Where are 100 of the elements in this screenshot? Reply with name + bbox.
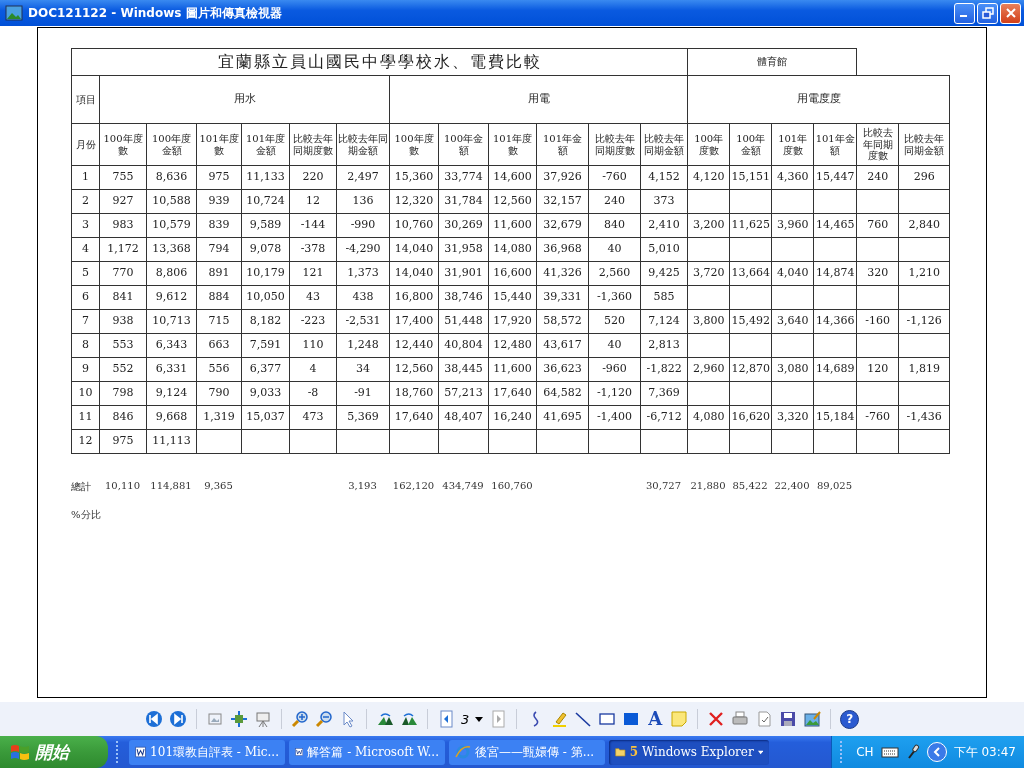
slideshow-icon[interactable] <box>253 710 272 728</box>
table-cell: 36,968 <box>536 237 589 262</box>
table-cell: 10,724 <box>241 189 290 214</box>
table-cell: 40,804 <box>438 333 489 358</box>
table-cell: 7,124 <box>640 309 688 334</box>
table-cell: 846 <box>99 405 147 430</box>
caret-icon[interactable] <box>475 716 484 722</box>
table-cell: 4,120 <box>687 165 730 190</box>
start-button[interactable]: 開始 <box>0 736 108 768</box>
table-cell: 10 <box>71 381 100 406</box>
table-cell: 438 <box>336 285 390 310</box>
table-cell: 840 <box>588 213 641 238</box>
picture-icon <box>5 5 23 21</box>
table-cell: 884 <box>196 285 242 310</box>
table-cell: -990 <box>336 213 390 238</box>
total-value: 9,365 <box>203 480 234 493</box>
table-cell: 14,040 <box>389 237 439 262</box>
close-button[interactable] <box>1000 2 1021 24</box>
table-cell: -1,436 <box>898 405 950 430</box>
table-cell: 38,746 <box>438 285 489 310</box>
table-cell: 12 <box>289 189 337 214</box>
help-button[interactable]: ? <box>840 709 860 729</box>
table-cell: 12,440 <box>389 333 439 358</box>
table-cell: 2,410 <box>640 213 688 238</box>
table-cell: 296 <box>898 165 950 190</box>
table-cell: -144 <box>289 213 337 238</box>
table-cell: -4,290 <box>336 237 390 262</box>
rotate-right-icon[interactable] <box>375 710 394 728</box>
table-cell: 14,689 <box>813 357 857 382</box>
line-icon[interactable] <box>574 710 593 728</box>
restore-button[interactable] <box>977 2 998 24</box>
table-cell: 30,269 <box>438 213 489 238</box>
zoom-in-icon[interactable] <box>290 710 309 728</box>
edit-picture-icon[interactable] <box>803 710 822 728</box>
table-cell: 9,612 <box>146 285 197 310</box>
page-number[interactable]: 3 <box>460 711 470 727</box>
caret-icon <box>757 749 763 755</box>
rectangle-icon[interactable] <box>598 710 617 728</box>
expand-tray-button[interactable] <box>926 742 947 762</box>
table-cell: 18,760 <box>389 381 439 406</box>
table-cell: 1,248 <box>336 333 390 358</box>
highlighter-icon[interactable] <box>550 710 569 728</box>
table-cell: -6,712 <box>640 405 688 430</box>
taskbar-button[interactable]: 101環教自評表 - Mic... <box>129 739 285 765</box>
table-cell: 3 <box>71 213 100 238</box>
taskbar-button[interactable]: 後宮——甄嬛傳 - 第... <box>449 739 605 765</box>
save-icon[interactable] <box>779 710 798 728</box>
table-cell: 13,664 <box>729 261 772 286</box>
table-cell: 月份 <box>71 123 100 166</box>
table-cell: 16,240 <box>488 405 537 430</box>
table-cell: 760 <box>856 213 899 238</box>
table-cell: 939 <box>196 189 242 214</box>
table-cell: 39,331 <box>536 285 589 310</box>
table-cell: 5,369 <box>336 405 390 430</box>
previous-icon[interactable] <box>144 710 163 728</box>
table-title: 宜蘭縣立員山國民中學學校水、電費比較 <box>71 48 688 76</box>
column-header: 101年度金額 <box>241 123 290 166</box>
table-cell: 7,369 <box>640 381 688 406</box>
table-cell: 33,774 <box>438 165 489 190</box>
column-header: 比較去年同期金額 <box>336 123 390 166</box>
windows-logo-icon <box>10 743 30 761</box>
language-indicator[interactable]: CH <box>856 745 874 759</box>
table-cell: 3,080 <box>771 357 814 382</box>
table-cell: 17,640 <box>488 381 537 406</box>
document-icon[interactable] <box>755 710 774 728</box>
microphone-icon[interactable] <box>905 744 920 760</box>
column-header: 比較去年同期度數 <box>289 123 337 166</box>
table-cell: 556 <box>196 357 242 382</box>
taskbar-button[interactable]: 5 Windows Explorer <box>609 739 769 765</box>
table-cell: 15,037 <box>241 405 290 430</box>
minimize-button[interactable] <box>954 2 975 24</box>
table-cell: 36,623 <box>536 357 589 382</box>
table-cell: 770 <box>99 261 147 286</box>
next-icon[interactable] <box>168 710 187 728</box>
text-tool-button[interactable]: A <box>646 710 665 728</box>
table-cell: 8 <box>71 333 100 358</box>
total-value: 89,025 <box>816 480 853 493</box>
table-cell: 12,480 <box>488 333 537 358</box>
table-cell: 14,366 <box>813 309 857 334</box>
taskbar-button[interactable]: 解答篇 - Microsoft W... <box>289 739 445 765</box>
table-cell: 552 <box>99 357 147 382</box>
print-icon[interactable] <box>731 710 750 728</box>
table-cell: 11 <box>71 405 100 430</box>
table-cell: 用電 <box>389 75 688 124</box>
table-cell: 938 <box>99 309 147 334</box>
filled-rectangle-icon[interactable] <box>622 710 641 728</box>
keyboard-icon[interactable] <box>880 746 899 758</box>
table-cell: 2,560 <box>588 261 641 286</box>
table-cell: -1,822 <box>640 357 688 382</box>
column-header: 100年度金額 <box>146 123 197 166</box>
zoom-out-icon[interactable] <box>314 710 333 728</box>
table-cell: 12,560 <box>488 189 537 214</box>
table-cell: -8 <box>289 381 337 406</box>
actual-size-icon[interactable] <box>229 710 248 728</box>
column-header: 比較去年同期度數 <box>588 123 641 166</box>
table-cell: -1,360 <box>588 285 641 310</box>
rotate-left-icon[interactable] <box>399 710 418 728</box>
table-cell: 373 <box>640 189 688 214</box>
table-cell: -1,120 <box>588 381 641 406</box>
delete-icon[interactable] <box>707 710 726 728</box>
